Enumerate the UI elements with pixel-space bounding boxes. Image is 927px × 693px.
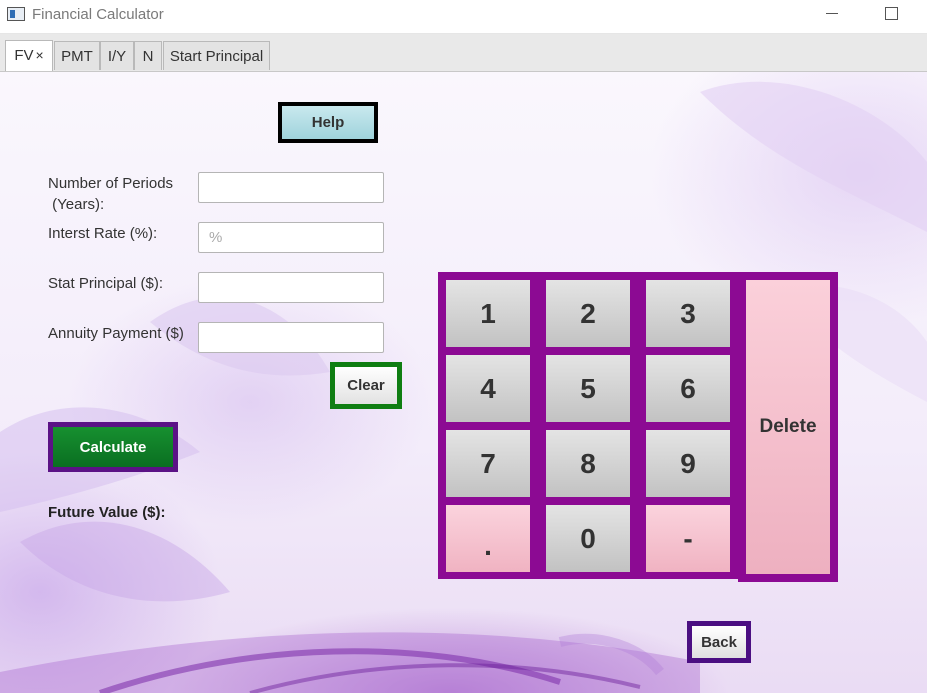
key-5[interactable]: 5 [546,355,630,422]
delete-button[interactable]: Delete [738,272,838,582]
window-title: Financial Calculator [32,6,164,23]
back-button[interactable]: Back [687,621,751,663]
tab-fv-label: FV [14,47,34,64]
principal-label: Stat Principal ($): [48,275,164,292]
number-keypad: 1 2 3 4 5 6 7 8 9 . 0 - [438,272,738,579]
tab-n[interactable]: N [134,41,162,70]
tab-n-label: N [142,48,154,65]
future-value-label: Future Value ($): [48,504,166,521]
title-bar: Financial Calculator [0,0,927,34]
key-8[interactable]: 8 [546,430,630,497]
key-1[interactable]: 1 [446,280,530,347]
key-4[interactable]: 4 [446,355,530,422]
key-decimal[interactable]: . [446,505,530,572]
minimize-icon[interactable] [826,13,838,14]
tab-pmt[interactable]: PMT [54,41,100,70]
clear-button[interactable]: Clear [330,362,402,409]
periods-label-line1: Number of Periods [48,175,174,192]
periods-input[interactable] [198,172,384,203]
tab-iy-label: I/Y [107,48,127,65]
calculate-button[interactable]: Calculate [48,422,178,472]
help-button[interactable]: Help [278,102,378,143]
tab-fv[interactable]: FV × [5,40,53,71]
tab-bar: FV × PMT I/Y N Start Principal [0,34,927,72]
app-icon [7,7,25,21]
tab-pmt-label: PMT [61,48,93,65]
principal-input[interactable] [198,272,384,303]
rate-input[interactable] [198,222,384,253]
key-7[interactable]: 7 [446,430,530,497]
key-3[interactable]: 3 [646,280,730,347]
periods-label-line2: (Years): [48,196,105,213]
tab-iy[interactable]: I/Y [100,41,134,70]
fv-panel: Help Number of Periods (Years): Interst … [0,72,927,693]
close-icon[interactable]: × [35,47,43,63]
annuity-input[interactable] [198,322,384,353]
key-9[interactable]: 9 [646,430,730,497]
periods-label: Number of Periods (Years): [48,173,173,215]
key-0[interactable]: 0 [546,505,630,572]
key-2[interactable]: 2 [546,280,630,347]
maximize-icon[interactable] [885,7,898,20]
rate-label: Interst Rate (%): [48,225,158,242]
tab-start-principal-label: Start Principal [169,48,264,65]
annuity-label: Annuity Payment ($) [48,325,184,342]
tab-start-principal[interactable]: Start Principal [163,41,270,70]
key-6[interactable]: 6 [646,355,730,422]
key-minus[interactable]: - [646,505,730,572]
